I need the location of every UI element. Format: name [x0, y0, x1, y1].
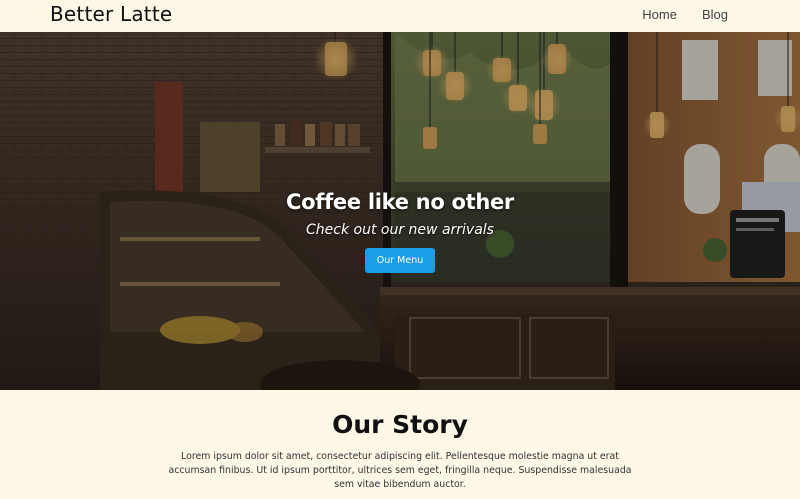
story-title: Our Story: [332, 410, 468, 439]
brand-logo[interactable]: Better Latte: [50, 2, 172, 26]
story-text: Lorem ipsum dolor sit amet, consectetur …: [168, 451, 632, 490]
hero-content: Coffee like no other Check out our new a…: [0, 190, 800, 273]
nav-links: Home Blog: [642, 7, 728, 22]
hero-subtitle: Check out our new arrivals: [306, 222, 494, 238]
hero-title: Coffee like no other: [286, 190, 514, 214]
hero-banner: Coffee like no other Check out our new a…: [0, 32, 800, 390]
nav-link-home[interactable]: Home: [642, 7, 677, 22]
our-story-section: Our Story Lorem ipsum dolor sit amet, co…: [0, 390, 800, 499]
nav-link-blog[interactable]: Blog: [702, 7, 728, 22]
navbar: Better Latte Home Blog: [0, 0, 800, 32]
our-menu-button[interactable]: Our Menu: [364, 248, 436, 273]
